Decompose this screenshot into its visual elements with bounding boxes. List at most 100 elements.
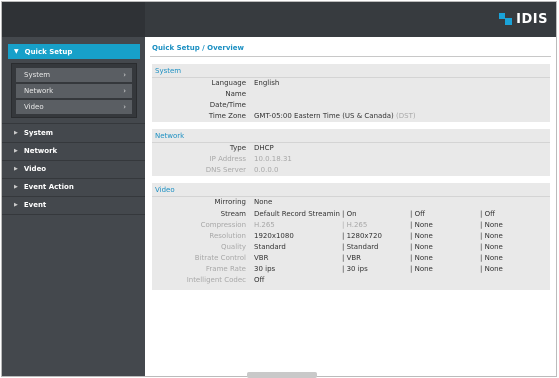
submenu-item-label: Video — [24, 103, 44, 111]
horizontal-scrollbar[interactable] — [247, 372, 317, 378]
field-label: Frame Rate — [205, 265, 246, 273]
stream-cell: | None — [410, 254, 433, 262]
panel-title: Network — [155, 132, 185, 140]
submenu-item-system[interactable]: System › — [16, 68, 132, 82]
stream-cell-text: VBR — [346, 254, 362, 262]
stream-cell-text: None — [414, 243, 433, 251]
caret-right-icon: ▶ — [14, 148, 18, 154]
sidebar-item-network[interactable]: ▶ Network — [8, 143, 140, 159]
submenu-item-video[interactable]: Video › — [16, 100, 132, 114]
sidebar-item-label: Event — [23, 201, 47, 209]
field-label: Resolution — [209, 232, 246, 240]
stream-cell: | H.265 — [342, 221, 368, 229]
stream-row: Bitrate Control VBR | VBR | None | None — [152, 254, 550, 264]
stream-cell: | Off — [480, 210, 495, 218]
chevron-right-icon: › — [123, 87, 126, 95]
top-bar: IDIS — [2, 2, 556, 37]
logo-mark-icon — [499, 13, 513, 26]
field-label: Date/Time — [209, 101, 246, 109]
field-label: Bitrate Control — [194, 254, 246, 262]
stream-cell: 30 ips — [254, 265, 276, 273]
info-row: Intelligent Codec Off — [152, 276, 550, 286]
stream-cell: | None — [480, 243, 503, 251]
field-value: 10.0.18.31 — [254, 155, 292, 163]
info-row: Type DHCP — [152, 144, 550, 154]
submenu-item-network[interactable]: Network › — [16, 84, 132, 98]
stream-cell: | None — [410, 232, 433, 240]
field-label: Language — [211, 79, 246, 87]
dst-indicator: (DST) — [396, 112, 416, 120]
info-row: Mirroring None — [152, 198, 550, 208]
stream-cell-text: 1280x720 — [346, 232, 382, 240]
app-window: IDIS ▼ Quick Setup System › Network › Vi… — [1, 1, 557, 377]
field-value: 0.0.0.0 — [254, 166, 279, 174]
field-label: Intelligent Codec — [186, 276, 246, 284]
sidebar: ▼ Quick Setup System › Network › Video ›… — [2, 37, 145, 376]
field-label: Quality — [220, 243, 246, 251]
field-value: DHCP — [254, 144, 274, 152]
stream-row: Stream Default Record Streaming | On | O… — [152, 210, 550, 220]
stream-cell-text: Off — [414, 210, 425, 218]
stream-cell: | Standard — [342, 243, 379, 251]
stream-cell: | None — [480, 265, 503, 273]
submenu-item-label: System — [24, 71, 51, 79]
stream-cell: H.265 — [254, 221, 275, 229]
system-panel: System Language English Name Date/Time T… — [152, 64, 550, 122]
stream-cell: | None — [480, 221, 503, 229]
stream-cell-text: On — [346, 210, 357, 218]
logo-text: IDIS — [516, 12, 548, 27]
field-value: English — [254, 79, 280, 87]
stream-row: Frame Rate 30 ips | 30 ips | None | None — [152, 265, 550, 275]
caret-down-icon: ▼ — [14, 48, 19, 55]
caret-right-icon: ▶ — [14, 202, 18, 208]
sidebar-item-event-action[interactable]: ▶ Event Action — [8, 179, 140, 195]
field-label: Type — [229, 144, 246, 152]
field-label: Stream — [220, 210, 246, 218]
panel-title: System — [155, 67, 182, 75]
sidebar-item-label: Quick Setup — [24, 47, 73, 56]
stream-cell: VBR — [254, 254, 269, 262]
stream-cell-text: 30 ips — [346, 265, 368, 273]
stream-cell: | Off — [410, 210, 425, 218]
video-panel: Video Mirroring None Stream Default Reco… — [152, 183, 550, 290]
stream-cell-text: None — [414, 232, 433, 240]
sidebar-item-quick-setup[interactable]: ▼ Quick Setup — [8, 44, 140, 59]
stream-cell-text: Off — [484, 210, 495, 218]
main-content: Quick Setup / Overview System Language E… — [145, 37, 556, 376]
stream-cell-text: H.265 — [346, 221, 368, 229]
info-row: Name — [152, 90, 550, 100]
field-label: Name — [225, 90, 246, 98]
timezone-text: GMT-05:00 Eastern Time (US & Canada) — [254, 112, 394, 120]
sidebar-item-video[interactable]: ▶ Video — [8, 161, 140, 177]
stream-cell: Standard — [254, 243, 286, 251]
stream-cell-text: None — [484, 243, 503, 251]
quick-setup-submenu: System › Network › Video › — [11, 63, 137, 118]
info-row: IP Address 10.0.18.31 — [152, 155, 550, 165]
divider — [150, 56, 551, 57]
sidebar-item-label: System — [23, 129, 54, 137]
network-panel: Network Type DHCP IP Address 10.0.18.31 … — [152, 129, 550, 176]
divider — [2, 214, 145, 215]
stream-cell-text: None — [484, 221, 503, 229]
info-row: Date/Time — [152, 101, 550, 111]
stream-cell: | None — [410, 221, 433, 229]
field-label: Time Zone — [208, 112, 246, 120]
stream-cell-text: None — [484, 265, 503, 273]
page-title: Quick Setup / Overview — [152, 44, 245, 52]
divider — [2, 123, 145, 124]
caret-right-icon: ▶ — [14, 166, 18, 172]
sidebar-item-system[interactable]: ▶ System — [8, 125, 140, 141]
field-label: Mirroring — [214, 198, 246, 206]
caret-right-icon: ▶ — [14, 184, 18, 190]
divider — [152, 196, 550, 197]
panel-title: Video — [155, 186, 175, 194]
sidebar-item-event[interactable]: ▶ Event — [8, 197, 140, 213]
stream-cell-text: None — [414, 221, 433, 229]
divider — [152, 77, 550, 78]
stream-cell-text: None — [484, 232, 503, 240]
chevron-right-icon: › — [123, 103, 126, 111]
stream-cell: | On — [342, 210, 357, 218]
field-value: GMT-05:00 Eastern Time (US & Canada) (DS… — [254, 112, 416, 120]
field-label: IP Address — [209, 155, 246, 163]
chevron-right-icon: › — [123, 71, 126, 79]
